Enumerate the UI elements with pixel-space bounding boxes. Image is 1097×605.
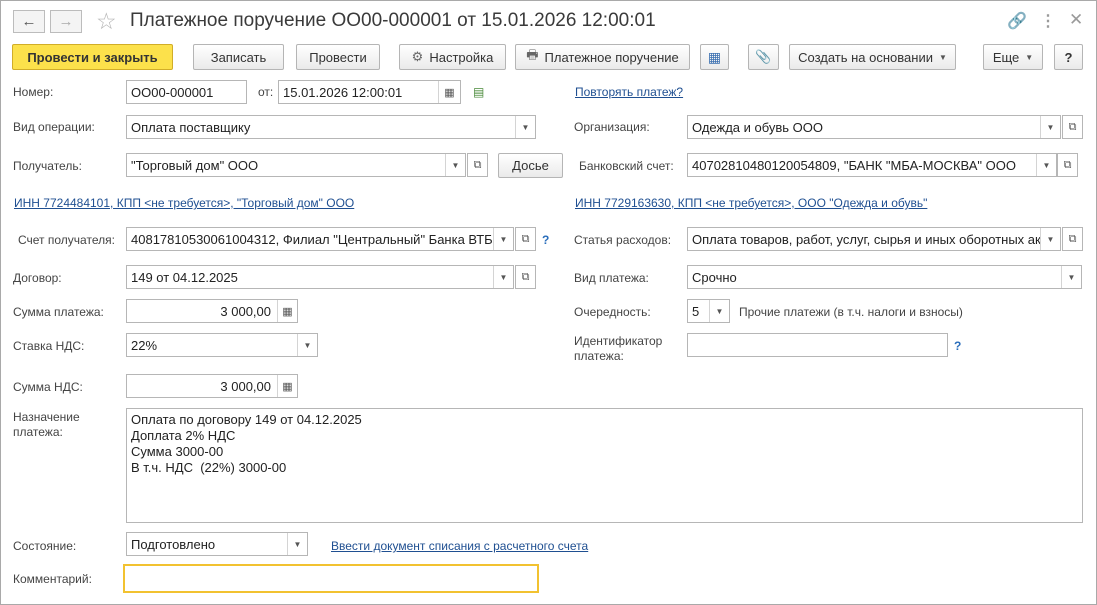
comment-field[interactable] [123, 564, 539, 593]
help-question-icon[interactable]: ? [954, 339, 961, 353]
post-button[interactable]: Провести [296, 44, 380, 70]
enter-writeoff-document-link[interactable]: Ввести документ списания с расчетного сч… [331, 539, 588, 553]
purpose-textarea[interactable]: Оплата по договору 149 от 04.12.2025 Доп… [126, 408, 1083, 523]
paperclip-icon: 📎 [755, 49, 772, 64]
chevron-down-icon[interactable]: ▼ [445, 154, 465, 176]
recipient-label: Получатель: [13, 159, 82, 173]
close-icon[interactable]: ✕ [1069, 10, 1083, 30]
payment-id-field[interactable] [687, 333, 948, 357]
document-window: ← → ☆ Платежное поручение ОО00-000001 от… [0, 0, 1097, 605]
amount-label: Сумма платежа: [13, 305, 104, 319]
more-button[interactable]: Еще ▼ [983, 44, 1043, 70]
open-recipient-icon[interactable]: ⧉ [467, 153, 488, 177]
open-contract-icon[interactable]: ⧉ [515, 265, 536, 289]
organization-label: Организация: [574, 120, 650, 134]
structure-button[interactable]: ▦ [700, 44, 729, 70]
chevron-down-icon[interactable]: ▼ [1061, 266, 1081, 288]
bank-account-label: Банковский счет: [579, 159, 674, 173]
repeat-payment-link[interactable]: Повторять платеж? [575, 85, 683, 99]
recipient-select[interactable]: "Торговый дом" ООО ▼ [126, 153, 466, 177]
organization-inn-link[interactable]: ИНН 7729163630, КПП <не требуется>, ООО … [575, 196, 927, 210]
date-label: от: [258, 85, 274, 99]
arrow-right-icon: → [58, 13, 74, 30]
status-label: Состояние: [13, 539, 77, 553]
bank-account-select[interactable]: 40702810480120054809, "БАНК "МБА-МОСКВА"… [687, 153, 1057, 177]
payment-type-label: Вид платежа: [574, 271, 649, 285]
caret-down-icon: ▼ [1025, 52, 1034, 62]
help-button[interactable]: ? [1054, 44, 1083, 70]
caret-down-icon: ▼ [938, 52, 947, 62]
recipient-inn-link[interactable]: ИНН 7724484101, КПП <не требуется>, "Тор… [14, 196, 354, 210]
vat-amount-label: Сумма НДС: [13, 380, 83, 394]
amount-field[interactable]: 3 000,00 ▦ [126, 299, 298, 323]
open-recipient-account-icon[interactable]: ⧉ [515, 227, 536, 251]
create-based-on-button[interactable]: Создать на основании ▼ [789, 44, 956, 70]
printer-icon: 🖶 [526, 47, 539, 62]
back-button[interactable]: ← [13, 10, 45, 33]
open-organization-icon[interactable]: ⧉ [1062, 115, 1083, 139]
print-payment-order-button[interactable]: 🖶 Платежное поручение [515, 44, 690, 70]
chevron-down-icon[interactable]: ▼ [515, 116, 535, 138]
open-bank-account-icon[interactable]: ⧉ [1057, 153, 1078, 177]
contract-label: Договор: [13, 271, 62, 285]
chevron-down-icon[interactable]: ▼ [709, 300, 729, 322]
calendar-icon[interactable]: ▦ [438, 81, 460, 103]
chevron-down-icon[interactable]: ▼ [1040, 116, 1060, 138]
structure-icon: ▦ [707, 48, 722, 65]
organization-select[interactable]: Одежда и обувь ООО ▼ [687, 115, 1061, 139]
recipient-account-label: Счет получателя: [18, 233, 115, 247]
favorite-star-icon[interactable]: ☆ [96, 8, 117, 35]
link-icon[interactable]: 🔗 [1007, 11, 1027, 31]
expense-item-label: Статья расходов: [574, 233, 672, 247]
purpose-label: Назначение платежа: [13, 410, 80, 439]
number-label: Номер: [13, 85, 54, 99]
operation-type-select[interactable]: Оплата поставщику ▼ [126, 115, 536, 139]
more-vertical-icon[interactable]: ⋮ [1040, 11, 1056, 31]
number-field[interactable]: ОО00-000001 [126, 80, 247, 104]
attachment-button[interactable]: 📎 [748, 44, 779, 70]
save-button[interactable]: Записать [193, 44, 284, 70]
chevron-down-icon[interactable]: ▼ [493, 228, 513, 250]
post-and-close-button[interactable]: Провести и закрыть [12, 44, 173, 70]
arrow-left-icon: ← [21, 13, 37, 30]
expense-item-select[interactable]: Оплата товаров, работ, услуг, сырья и ин… [687, 227, 1061, 251]
calculator-icon[interactable]: ▦ [277, 300, 297, 322]
payment-type-select[interactable]: Срочно ▼ [687, 265, 1082, 289]
dossier-button[interactable]: Досье [498, 153, 563, 178]
priority-select[interactable]: 5 ▼ [687, 299, 730, 323]
gear-icon: ⚙ [411, 49, 424, 64]
chevron-down-icon[interactable]: ▼ [287, 533, 307, 555]
chevron-down-icon[interactable]: ▼ [297, 334, 317, 356]
contract-select[interactable]: 149 от 04.12.2025 ▼ [126, 265, 514, 289]
forward-button[interactable]: → [50, 10, 82, 33]
chevron-down-icon[interactable]: ▼ [1040, 228, 1060, 250]
vat-rate-select[interactable]: 22% ▼ [126, 333, 318, 357]
payment-id-label: Идентификатор платежа: [574, 334, 663, 363]
help-question-icon[interactable]: ? [542, 233, 549, 247]
recipient-account-select[interactable]: 40817810530061004312, Филиал "Центральны… [126, 227, 514, 251]
vat-amount-field[interactable]: 3 000,00 ▦ [126, 374, 298, 398]
priority-label: Очередность: [574, 305, 651, 319]
status-select[interactable]: Подготовлено ▼ [126, 532, 308, 556]
page-title: Платежное поручение ОО00-000001 от 15.01… [130, 10, 656, 31]
comment-label: Комментарий: [13, 572, 92, 586]
calculator-icon[interactable]: ▦ [277, 375, 297, 397]
chevron-down-icon[interactable]: ▼ [493, 266, 513, 288]
settings-button[interactable]: ⚙ Настройка [399, 44, 506, 70]
open-expense-item-icon[interactable]: ⧉ [1062, 227, 1083, 251]
date-field[interactable]: 15.01.2026 12:00:01 ▦ [278, 80, 461, 104]
chevron-down-icon[interactable]: ▼ [1036, 154, 1056, 176]
document-status-icon: ▤ [473, 85, 485, 99]
vat-rate-label: Ставка НДС: [13, 339, 85, 353]
operation-type-label: Вид операции: [13, 120, 95, 134]
priority-description: Прочие платежи (в т.ч. налоги и взносы) [739, 305, 963, 319]
